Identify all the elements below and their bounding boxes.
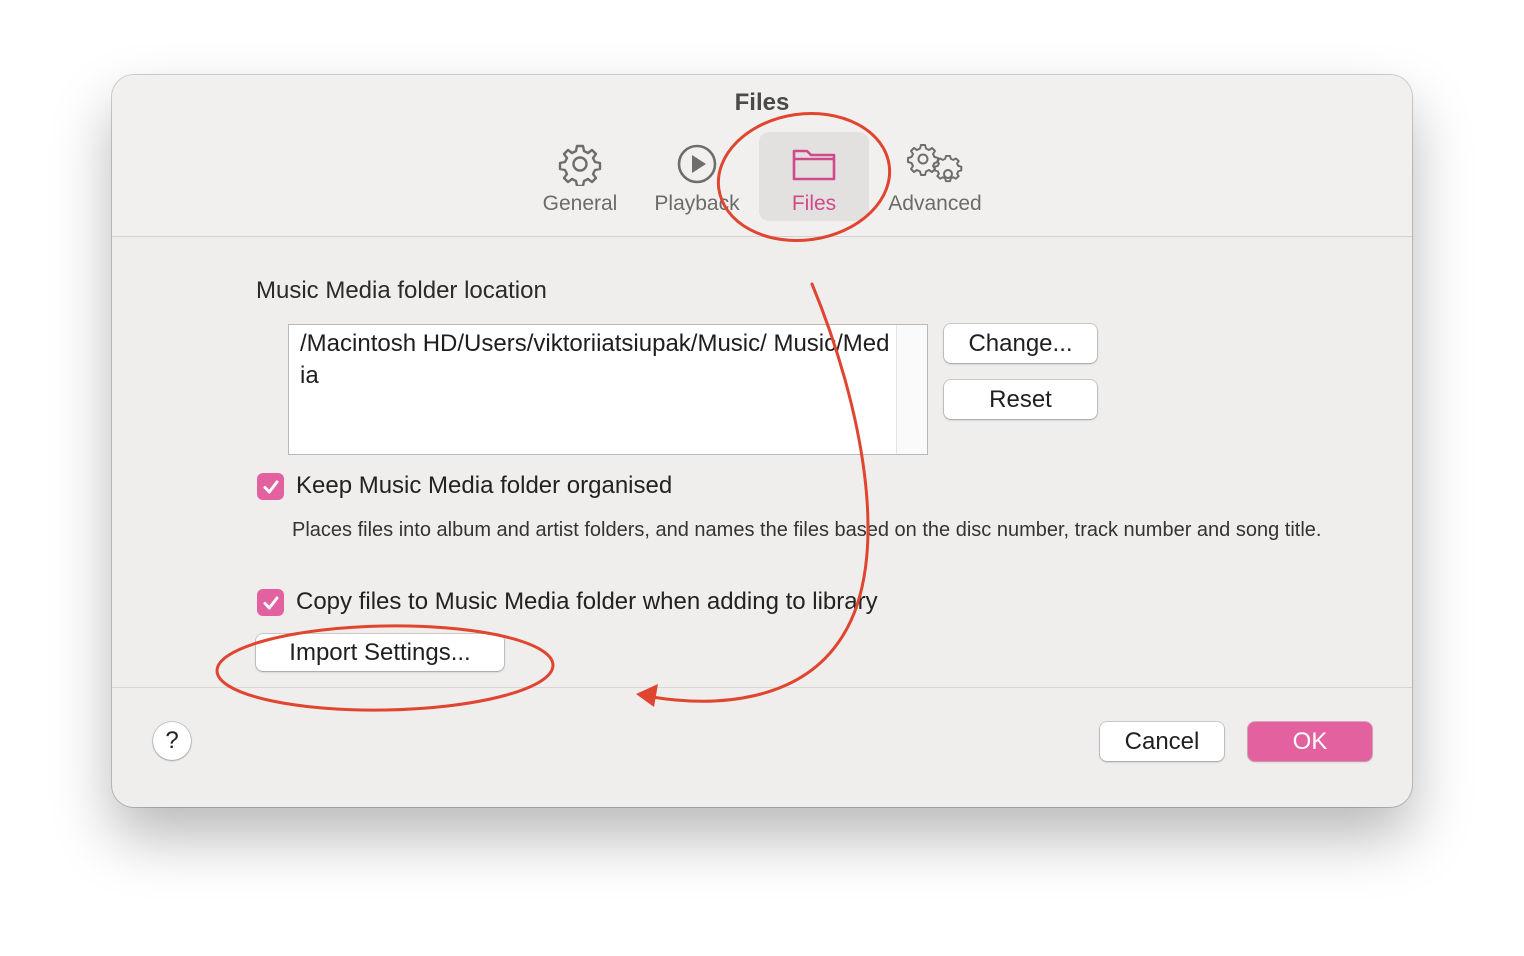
tab-files[interactable]: Files [759,132,869,221]
change-button[interactable]: Change... [944,324,1097,363]
play-circle-icon [677,144,717,184]
preferences-window: Files General Playback Files Advanced Mu… [112,75,1412,807]
import-settings-button[interactable]: Import Settings... [256,634,504,671]
gears-icon [907,144,963,183]
cancel-button[interactable]: Cancel [1100,722,1224,761]
footer-divider [112,687,1412,688]
keep-organised-checkbox[interactable] [257,473,284,500]
tab-label: General [542,192,618,215]
gear-icon [558,144,602,186]
tab-advanced[interactable]: Advanced [880,132,990,221]
checkmark-icon [263,480,278,493]
help-button[interactable]: ? [153,722,191,760]
keep-organised-label: Keep Music Media folder organised [296,472,673,499]
copy-files-checkbox[interactable] [257,589,284,616]
keep-organised-description: Places files into album and artist folde… [292,519,1322,541]
media-folder-path-field[interactable]: /Macintosh HD/Users/viktoriiatsiupak/Mus… [288,324,928,455]
tab-label: Advanced [888,192,982,215]
checkmark-icon [263,596,278,609]
media-folder-path: /Macintosh HD/Users/viktoriiatsiupak/Mus… [300,330,890,389]
copy-files-label: Copy files to Music Media folder when ad… [296,588,878,615]
tab-label: Playback [654,192,740,215]
media-folder-label: Music Media folder location [256,277,547,304]
path-scrollbar[interactable] [896,325,927,454]
toolbar: Files General Playback Files Advanced [112,75,1412,237]
window-title: Files [734,89,790,116]
ok-button[interactable]: OK [1248,722,1372,761]
tab-label: Files [791,192,837,215]
folder-icon [792,149,836,181]
reset-button[interactable]: Reset [944,380,1097,419]
tab-general[interactable]: General [525,132,635,221]
tab-playback[interactable]: Playback [642,132,752,221]
